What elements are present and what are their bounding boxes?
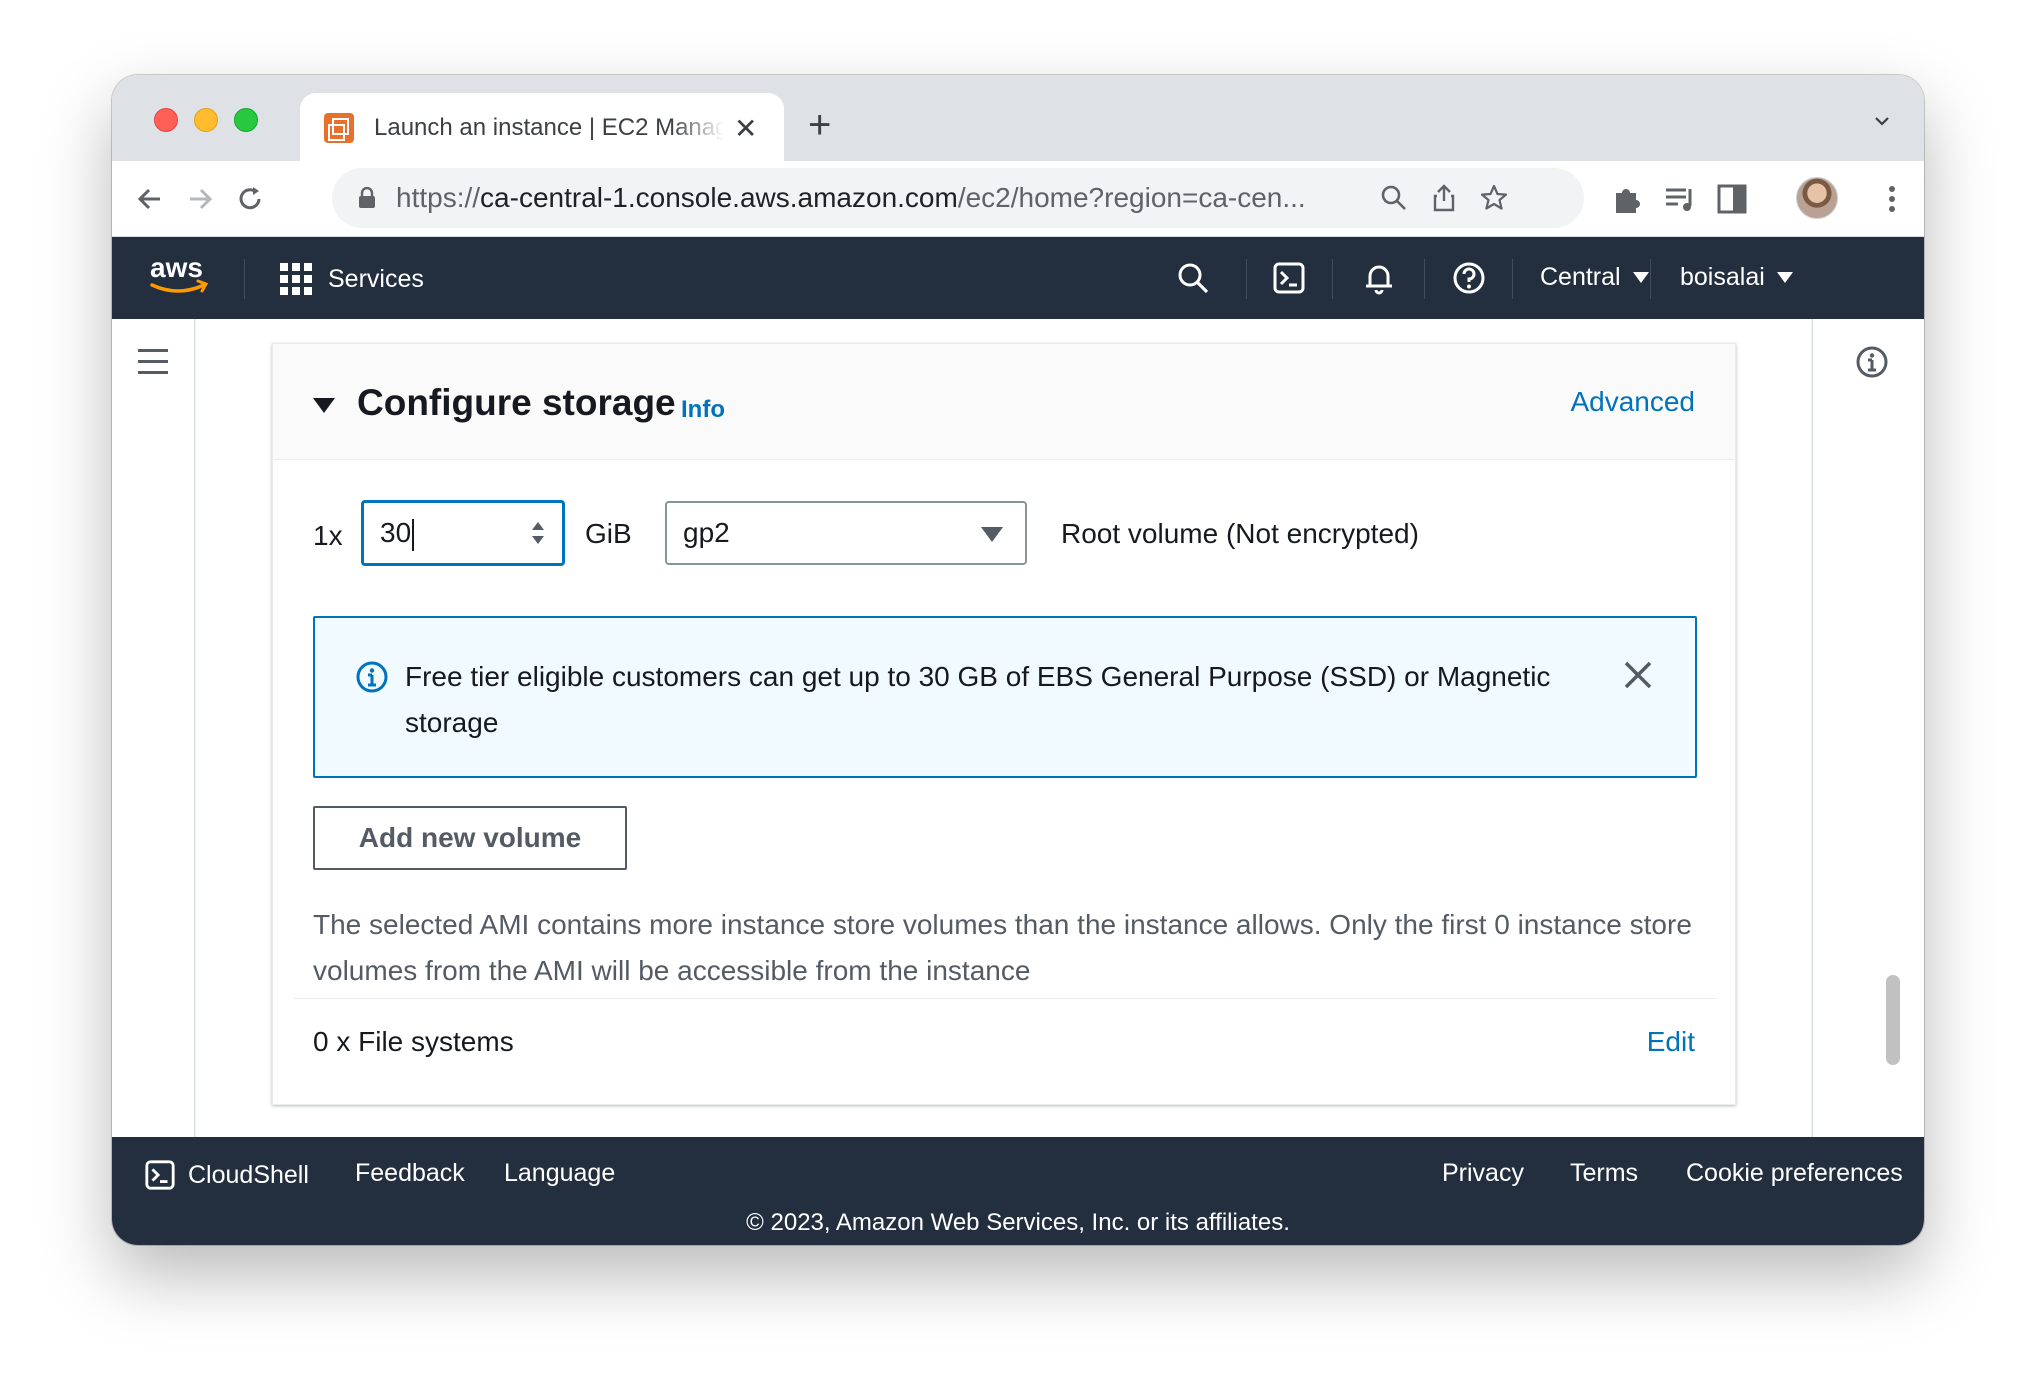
volume-type-value: gp2 [683,517,730,548]
aws-top-navigation: aws Services Central boisalai [112,237,1924,319]
divider [293,998,1717,999]
volume-size-input[interactable]: 30 [361,500,565,566]
maximize-window-button[interactable] [234,108,258,132]
panel-header: Configure storage Info Advanced [273,344,1735,460]
minimize-window-button[interactable] [194,108,218,132]
stepper-arrows-icon[interactable] [530,517,546,549]
footer-terms[interactable]: Terms [1570,1159,1638,1188]
url-host: ca-central-1.console.aws.amazon.com [480,182,958,213]
text-cursor [412,518,415,551]
info-panel-icon[interactable] [1855,345,1889,379]
console-footer: CloudShell Feedback Language Privacy Ter… [112,1137,1924,1245]
file-systems-label: 0 x File systems [313,1026,514,1057]
volume-unit: GiB [585,518,632,549]
instance-store-note: The selected AMI contains more instance … [313,909,1692,986]
free-tier-alert: Free tier eligible customers can get up … [313,616,1697,778]
back-arrow-icon[interactable] [132,181,168,217]
dropdown-caret-icon [981,527,1003,542]
footer-feedback[interactable]: Feedback [355,1159,465,1188]
menu-hamburger-icon[interactable] [138,349,168,375]
reload-icon[interactable] [232,181,268,217]
tab-title: Launch an instance | EC2 Management Cons… [374,114,724,141]
search-icon[interactable] [1176,261,1210,295]
caret-down-icon [1776,272,1793,283]
tools-rail [1812,319,1924,1145]
volume-type-select[interactable]: gp2 [665,501,1027,565]
forward-arrow-icon[interactable] [182,181,218,217]
bookmark-star-icon[interactable] [1478,182,1510,214]
root-volume-row: 1x 30 GiB gp2 Root volume (Not encrypted… [313,500,1419,568]
services-menu[interactable]: Services [280,263,424,295]
console-content: Configure storage Info Advanced 1x 30 Gi… [112,319,1924,1145]
footer-copyright: © 2023, Amazon Web Services, Inc. or its… [746,1209,1290,1236]
close-window-button[interactable] [154,108,178,132]
cloudshell-icon[interactable] [1272,261,1306,295]
side-navigation-rail [112,319,195,1145]
volume-count: 1x [313,520,343,551]
caret-down-icon [1632,272,1649,283]
account-label: boisalai [1680,263,1765,291]
tab-strip: Launch an instance | EC2 Management Cons… [112,75,1924,163]
profile-avatar[interactable] [1796,177,1838,219]
volume-description: Root volume (Not encrypted) [1061,518,1419,549]
account-menu[interactable]: boisalai [1680,263,1793,292]
configure-storage-panel: Configure storage Info Advanced 1x 30 Gi… [272,343,1736,1105]
tab-close-icon[interactable]: ✕ [734,112,757,145]
zoom-search-icon[interactable] [1378,182,1410,214]
media-playlist-icon[interactable] [1662,181,1698,217]
services-grid-icon [280,263,312,295]
lock-icon[interactable] [358,187,376,209]
ec2-favicon-icon [324,113,354,143]
footer-privacy[interactable]: Privacy [1442,1159,1524,1188]
footer-cloudshell[interactable]: CloudShell [144,1159,309,1191]
advanced-link[interactable]: Advanced [1570,386,1695,418]
footer-language[interactable]: Language [504,1159,615,1188]
extensions-puzzle-icon[interactable] [1610,181,1646,217]
nav-divider [1512,259,1513,299]
notifications-bell-icon[interactable] [1362,261,1396,295]
share-icon[interactable] [1428,182,1460,214]
url-path: /ec2/home?region=ca-cen... [957,182,1306,213]
nav-divider [1332,259,1333,299]
new-tab-icon[interactable]: + [808,105,831,145]
side-panel-icon[interactable] [1714,181,1750,217]
url-scheme: https:// [396,182,481,213]
volume-size-value: 30 [380,517,412,548]
browser-toolbar: https://ca-central-1.console.aws.amazon.… [112,161,1924,237]
browser-tab[interactable]: Launch an instance | EC2 Management Cons… [300,93,784,163]
add-new-volume-button[interactable]: Add new volume [313,806,627,870]
alert-text: Free tier eligible customers can get up … [405,661,1551,738]
collapse-caret-icon[interactable] [313,398,335,413]
help-question-icon[interactable] [1452,261,1486,295]
info-icon [356,661,388,693]
nav-divider [1246,259,1247,299]
url-text[interactable]: https://ca-central-1.console.aws.amazon.… [396,182,1386,214]
region-label: Central [1540,263,1621,291]
svg-text:aws: aws [150,252,203,283]
browser-window: Launch an instance | EC2 Management Cons… [112,75,1924,1245]
browser-menu-kebab-icon[interactable] [1874,181,1910,217]
cloudshell-icon [145,1160,175,1190]
panel-title[interactable]: Configure storage [357,382,676,424]
services-label: Services [328,264,424,293]
nav-divider [244,259,245,299]
tab-search-chevron-icon[interactable] [1874,113,1890,129]
dismiss-close-icon[interactable] [1621,658,1655,692]
address-bar[interactable]: https://ca-central-1.console.aws.amazon.… [332,168,1584,228]
edit-file-systems-link[interactable]: Edit [1647,1026,1695,1058]
cloudshell-label: CloudShell [188,1160,309,1189]
info-link[interactable]: Info [681,396,725,424]
nav-divider [1424,259,1425,299]
scrollbar-thumb[interactable] [1886,975,1900,1065]
footer-cookie-preferences[interactable]: Cookie preferences [1686,1159,1903,1188]
nav-divider [1650,259,1651,299]
region-selector[interactable]: Central [1540,263,1649,292]
aws-logo-icon[interactable]: aws [148,251,210,301]
